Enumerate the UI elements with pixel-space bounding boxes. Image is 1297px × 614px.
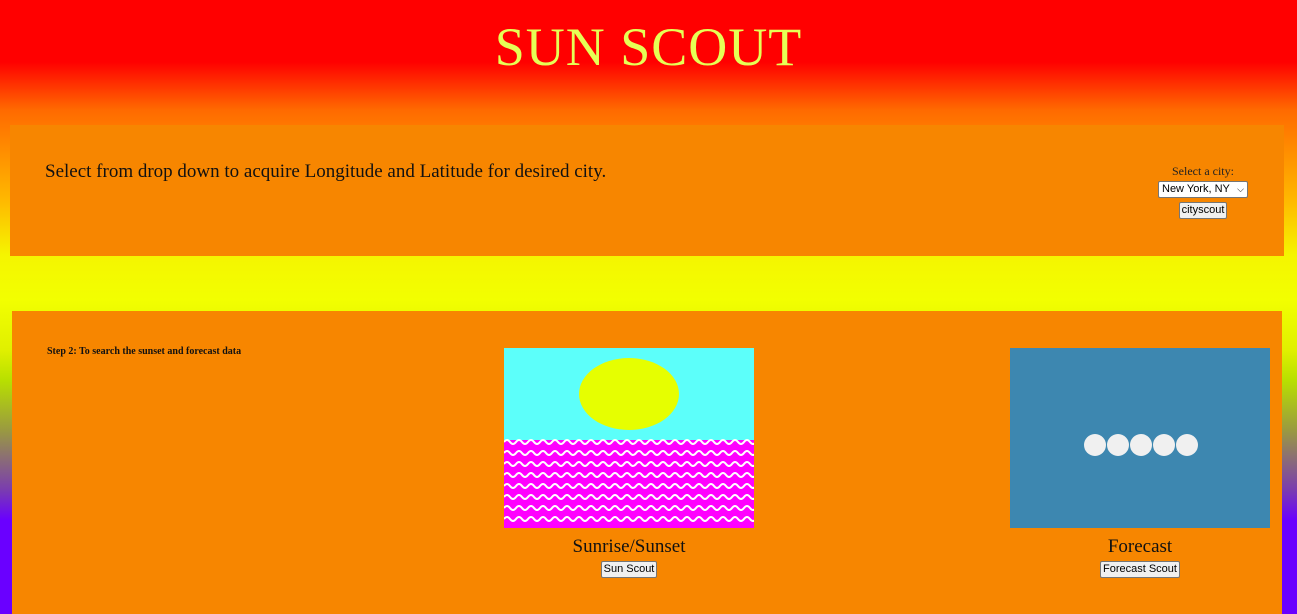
- city-selection-panel: Select from drop down to acquire Longitu…: [10, 125, 1284, 256]
- forecast-scout-button[interactable]: Forecast Scout: [1100, 561, 1180, 578]
- forecast-caption: Forecast: [1107, 536, 1173, 557]
- cityscout-button[interactable]: cityscout: [1178, 202, 1228, 219]
- scout-panel: Step 2: To search the sunset and forecas…: [12, 311, 1282, 614]
- page-title: SUN SCOUT: [494, 17, 803, 77]
- city-select-dropdown[interactable]: New York, NY ⌵: [1158, 181, 1248, 198]
- city-select-label: Select a city:: [1172, 164, 1234, 178]
- loading-dot-icon: [1084, 434, 1106, 456]
- loading-dot-icon: [1130, 434, 1152, 456]
- step-2-text: Step 2: To search the sunset and forecas…: [47, 346, 242, 357]
- sunrise-sunset-card: Sunrise/Sunset Sun Scout: [504, 348, 754, 578]
- city-instruction-text: Select from drop down to acquire Longitu…: [45, 161, 607, 182]
- sunset-sea-image: [504, 348, 754, 528]
- sun-scout-button[interactable]: Sun Scout: [600, 561, 658, 578]
- loading-dot-icon: [1153, 434, 1175, 456]
- loading-dot-icon: [1107, 434, 1129, 456]
- city-selector-group: Select a city: New York, NY ⌵ cityscout: [1155, 164, 1251, 219]
- loading-dot-icon: [1176, 434, 1198, 456]
- city-select-value: New York, NY: [1162, 183, 1230, 195]
- chevron-down-icon: ⌵: [1237, 184, 1244, 194]
- forecast-card: Forecast Forecast Scout: [1010, 348, 1270, 578]
- sunrise-sunset-caption: Sunrise/Sunset: [572, 536, 686, 557]
- forecast-loading-image: [1010, 348, 1270, 528]
